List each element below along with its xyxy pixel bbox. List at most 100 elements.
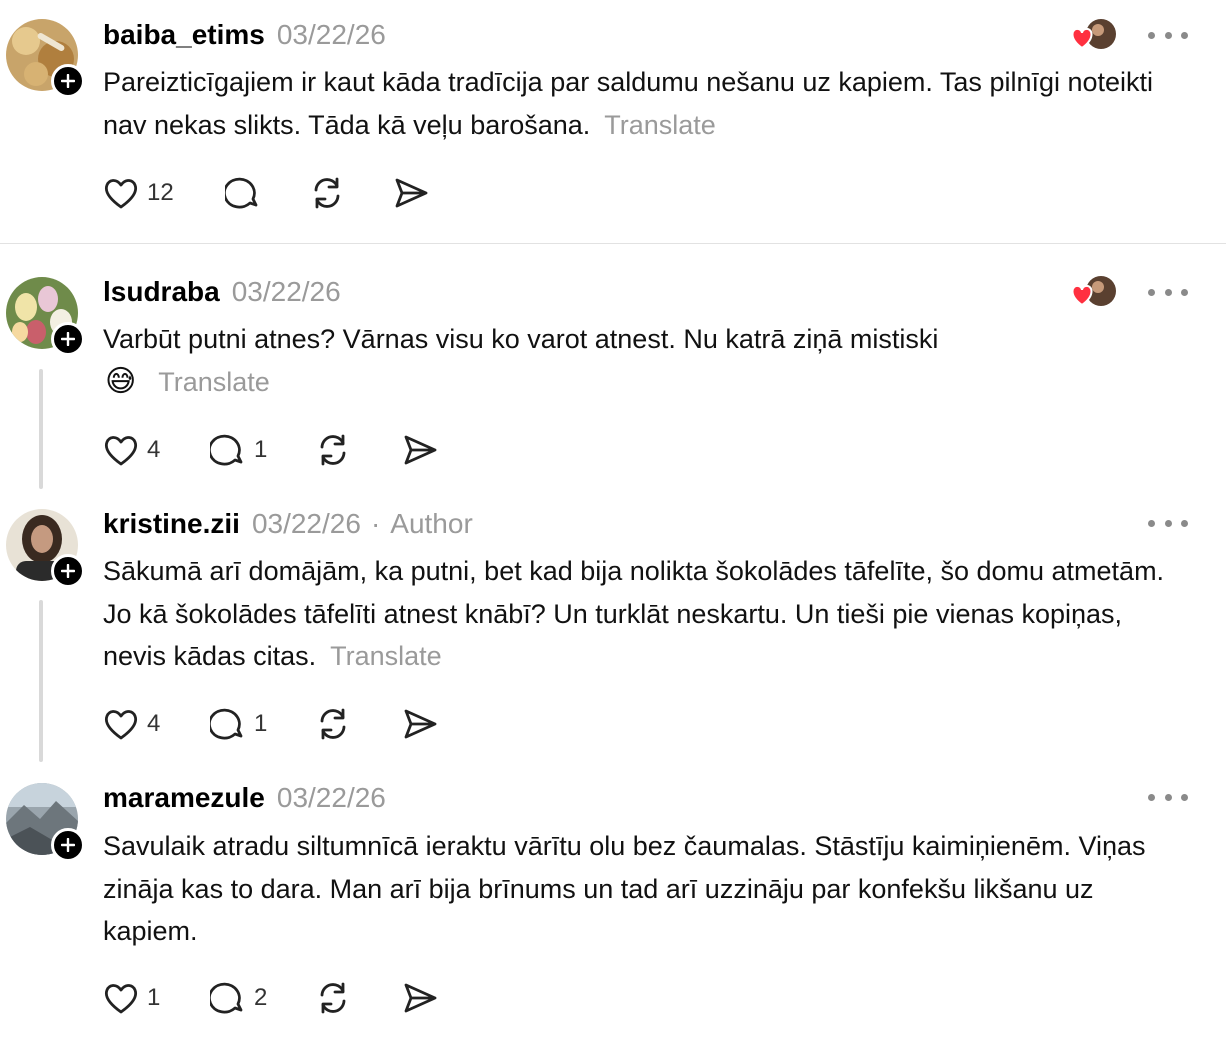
post-text: Varbūt putni atnes? Vārnas visu ko varot… <box>103 318 1183 403</box>
post-header: baiba_etims 03/22/26 <box>103 15 386 55</box>
heart-filled-icon <box>1071 284 1093 307</box>
post-1: baiba_etims 03/22/26 Pareizticīgajiem ir… <box>0 0 1226 243</box>
share-button[interactable] <box>401 980 439 1016</box>
post-header: maramezule 03/22/26 <box>103 778 386 818</box>
send-icon <box>404 983 437 1013</box>
avatar-wrap <box>6 277 85 356</box>
post-date[interactable]: 03/22/26 <box>232 276 341 308</box>
repost-button[interactable] <box>314 432 401 468</box>
more-dots-icon <box>1148 288 1155 296</box>
plus-icon <box>61 564 75 578</box>
post-body: Sākumā arī domājām, ka putni, bet kad bi… <box>103 556 1165 671</box>
more-dots-icon <box>1148 793 1155 801</box>
action-bar: 12 <box>103 171 430 215</box>
like-count: 4 <box>147 436 161 463</box>
repost-button[interactable] <box>314 706 401 742</box>
speech-bubble-icon <box>210 434 243 466</box>
send-icon <box>404 435 437 465</box>
plus-icon <box>61 332 75 346</box>
repost-button[interactable] <box>308 175 392 211</box>
translate-link[interactable]: Translate <box>330 641 442 671</box>
thread-line <box>39 369 43 489</box>
dot <box>1164 793 1172 801</box>
reply-count: 1 <box>254 710 268 737</box>
post-date[interactable]: 03/22/26 <box>252 508 361 540</box>
follow-button[interactable] <box>51 64 85 98</box>
reply-button[interactable]: 1 <box>210 432 314 468</box>
post-3: kristine.zii 03/22/26 · Author Sākumā ar… <box>0 490 1226 766</box>
post-4: maramezule 03/22/26 Savulaik atradu silt… <box>0 766 1226 1041</box>
reply-count: 2 <box>254 984 268 1011</box>
send-icon <box>395 178 428 208</box>
heart-outline-icon <box>104 710 138 740</box>
dot <box>1181 793 1188 801</box>
heart-outline-icon <box>104 436 138 466</box>
dot <box>1164 519 1172 527</box>
liked-by-author-indicator <box>1070 275 1118 309</box>
like-button[interactable]: 1 <box>103 981 210 1015</box>
action-bar: 4 1 <box>103 702 439 746</box>
reply-button[interactable]: 1 <box>210 706 314 742</box>
like-button[interactable]: 4 <box>103 433 210 467</box>
send-icon <box>404 709 437 739</box>
heart-outline-icon <box>104 179 138 209</box>
avatar-wrap <box>6 783 85 862</box>
dot <box>1164 31 1172 39</box>
more-dots-icon <box>1148 519 1155 527</box>
post-text: Sākumā arī domājām, ka putni, bet kad bi… <box>103 550 1183 678</box>
avatar-wrap <box>6 19 85 98</box>
dot <box>1164 288 1172 296</box>
speech-bubble-icon <box>225 177 258 209</box>
username[interactable]: lsudraba <box>103 276 220 308</box>
share-button[interactable] <box>401 706 439 742</box>
like-button[interactable]: 12 <box>103 176 225 210</box>
like-count: 1 <box>147 984 161 1011</box>
username[interactable]: baiba_etims <box>103 19 265 51</box>
dot <box>1181 519 1188 527</box>
post-text: Savulaik atradu siltumnīcā ieraktu vārīt… <box>103 825 1183 953</box>
action-bar: 4 1 <box>103 428 439 472</box>
reply-button[interactable]: 2 <box>210 980 314 1016</box>
speech-bubble-icon <box>210 708 243 740</box>
avatar-wrap <box>6 509 85 588</box>
emoji: 😅 <box>105 364 137 398</box>
follow-button[interactable] <box>51 828 85 862</box>
more-options-button[interactable] <box>1148 787 1188 807</box>
more-options-button[interactable] <box>1148 25 1188 45</box>
share-button[interactable] <box>392 175 430 211</box>
like-count: 4 <box>147 710 161 737</box>
repost-icon <box>320 708 346 740</box>
follow-button[interactable] <box>51 554 85 588</box>
username[interactable]: maramezule <box>103 782 265 814</box>
thread-line <box>39 600 43 762</box>
repost-button[interactable] <box>314 980 401 1016</box>
heart-outline-icon <box>104 984 138 1014</box>
username[interactable]: kristine.zii <box>103 508 240 540</box>
post-date[interactable]: 03/22/26 <box>277 19 386 51</box>
plus-icon <box>61 74 75 88</box>
like-button[interactable]: 4 <box>103 707 210 741</box>
more-options-button[interactable] <box>1148 513 1188 533</box>
separator: · <box>370 508 381 539</box>
translate-link[interactable]: Translate <box>604 110 716 140</box>
post-2: lsudraba 03/22/26 Varbūt putni atnes? Vā… <box>0 244 1226 490</box>
plus-icon <box>61 838 75 852</box>
reply-count: 1 <box>254 436 268 463</box>
reply-button[interactable] <box>225 175 308 211</box>
dot <box>1181 31 1188 39</box>
follow-button[interactable] <box>51 322 85 356</box>
translate-link[interactable]: Translate <box>158 361 270 404</box>
repost-icon <box>320 434 346 466</box>
post-date[interactable]: 03/22/26 <box>277 782 386 814</box>
more-dots-icon <box>1148 31 1155 39</box>
more-options-button[interactable] <box>1148 282 1188 302</box>
heart-filled-icon <box>1071 27 1093 50</box>
speech-bubble-icon <box>210 982 243 1014</box>
liked-by-author-indicator <box>1070 18 1118 52</box>
post-text: Pareizticīgajiem ir kaut kāda tradīcija … <box>103 61 1183 146</box>
action-bar: 1 2 <box>103 976 439 1020</box>
like-count: 12 <box>147 179 174 206</box>
post-body: Savulaik atradu siltumnīcā ieraktu vārīt… <box>103 831 1146 946</box>
share-button[interactable] <box>401 432 439 468</box>
post-body: Varbūt putni atnes? Vārnas visu ko varot… <box>103 324 939 354</box>
